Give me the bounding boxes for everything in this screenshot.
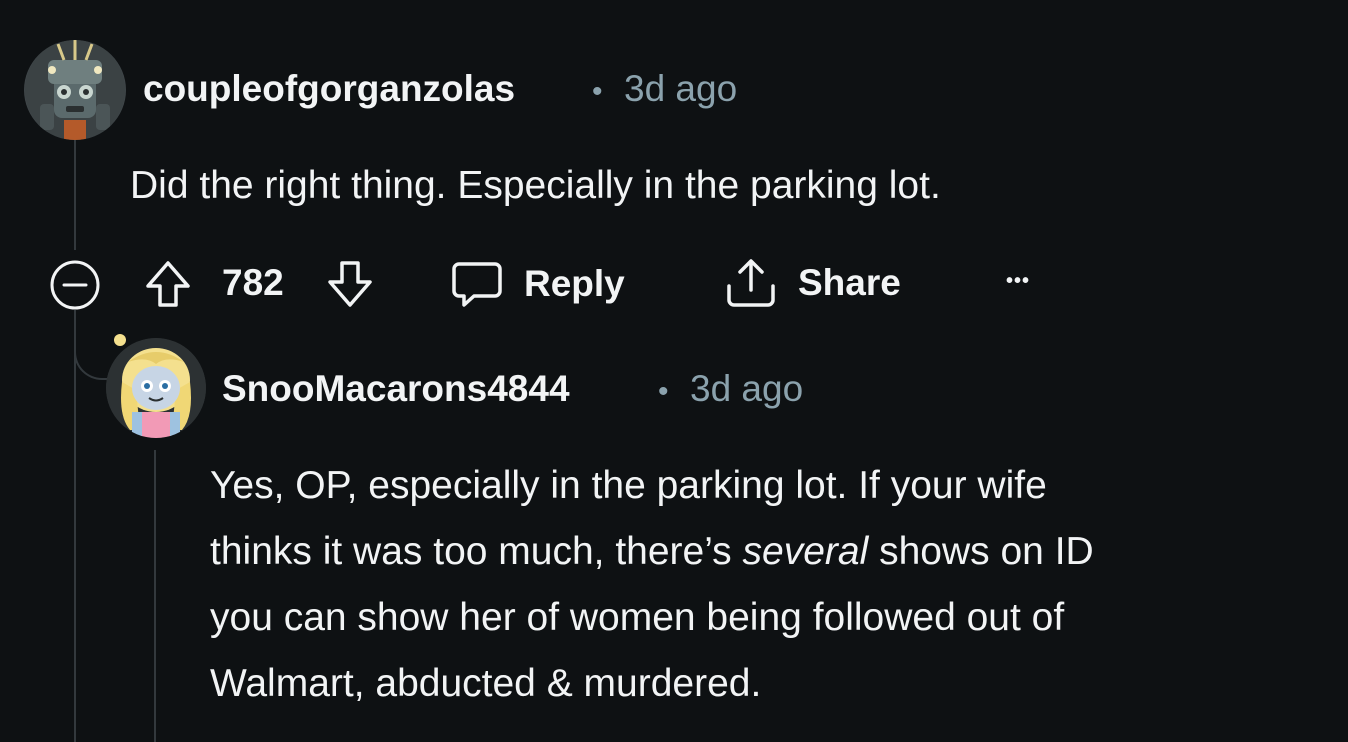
upvote-button[interactable] [142, 258, 194, 310]
meta-separator: • [592, 75, 603, 108]
chat-bubble-icon [450, 258, 504, 310]
reply-body-text: shows on ID [868, 530, 1094, 573]
share-label: Share [798, 262, 901, 303]
comment-username[interactable]: coupleofgorganzolas [143, 68, 515, 110]
reply-body-line: you can show her of women being followed… [210, 596, 1065, 639]
collapse-thread-button[interactable] [49, 259, 101, 311]
vote-score: 782 [222, 262, 284, 303]
reply-body-text: thinks it was too much, there’s [210, 530, 743, 573]
share-upload-icon [724, 256, 778, 310]
more-options-button[interactable]: ••• [1006, 270, 1030, 293]
robot-avatar-icon [25, 40, 125, 140]
avatar[interactable] [24, 40, 126, 140]
reply-username[interactable]: SnooMacarons4844 [222, 368, 570, 410]
collapse-circle-minus-icon [50, 260, 100, 310]
comment-thread-line-lower[interactable] [74, 310, 76, 742]
comment-timestamp[interactable]: 3d ago [624, 68, 737, 110]
reply-body-line: thinks it was too much, there’s several … [210, 519, 1094, 585]
upvote-arrow-icon [146, 261, 190, 307]
reply-body-line: Yes, OP, especially in the parking lot. … [210, 464, 1047, 507]
comment-body: Did the right thing. Especially in the p… [130, 164, 941, 207]
comment-thread-line[interactable] [74, 140, 76, 250]
reply-body-emphasis: several [742, 530, 869, 573]
downvote-arrow-icon [328, 261, 372, 307]
meta-separator: • [658, 375, 669, 408]
downvote-button[interactable] [324, 258, 376, 310]
reply-avatar[interactable] [106, 338, 206, 438]
snoo-blonde-avatar-icon [106, 338, 206, 438]
reply-label: Reply [524, 263, 625, 304]
reply-body-line: Walmart, abducted & murdered. [210, 662, 762, 705]
collapse-dot [114, 334, 126, 346]
reply-body: Yes, OP, especially in the parking lot. … [210, 453, 1094, 717]
share-button[interactable]: Share [724, 256, 901, 310]
reply-connector-line [74, 340, 110, 380]
reply-timestamp[interactable]: 3d ago [690, 368, 803, 410]
reply-button[interactable]: Reply [450, 258, 625, 310]
reply-thread-line[interactable] [154, 450, 156, 742]
